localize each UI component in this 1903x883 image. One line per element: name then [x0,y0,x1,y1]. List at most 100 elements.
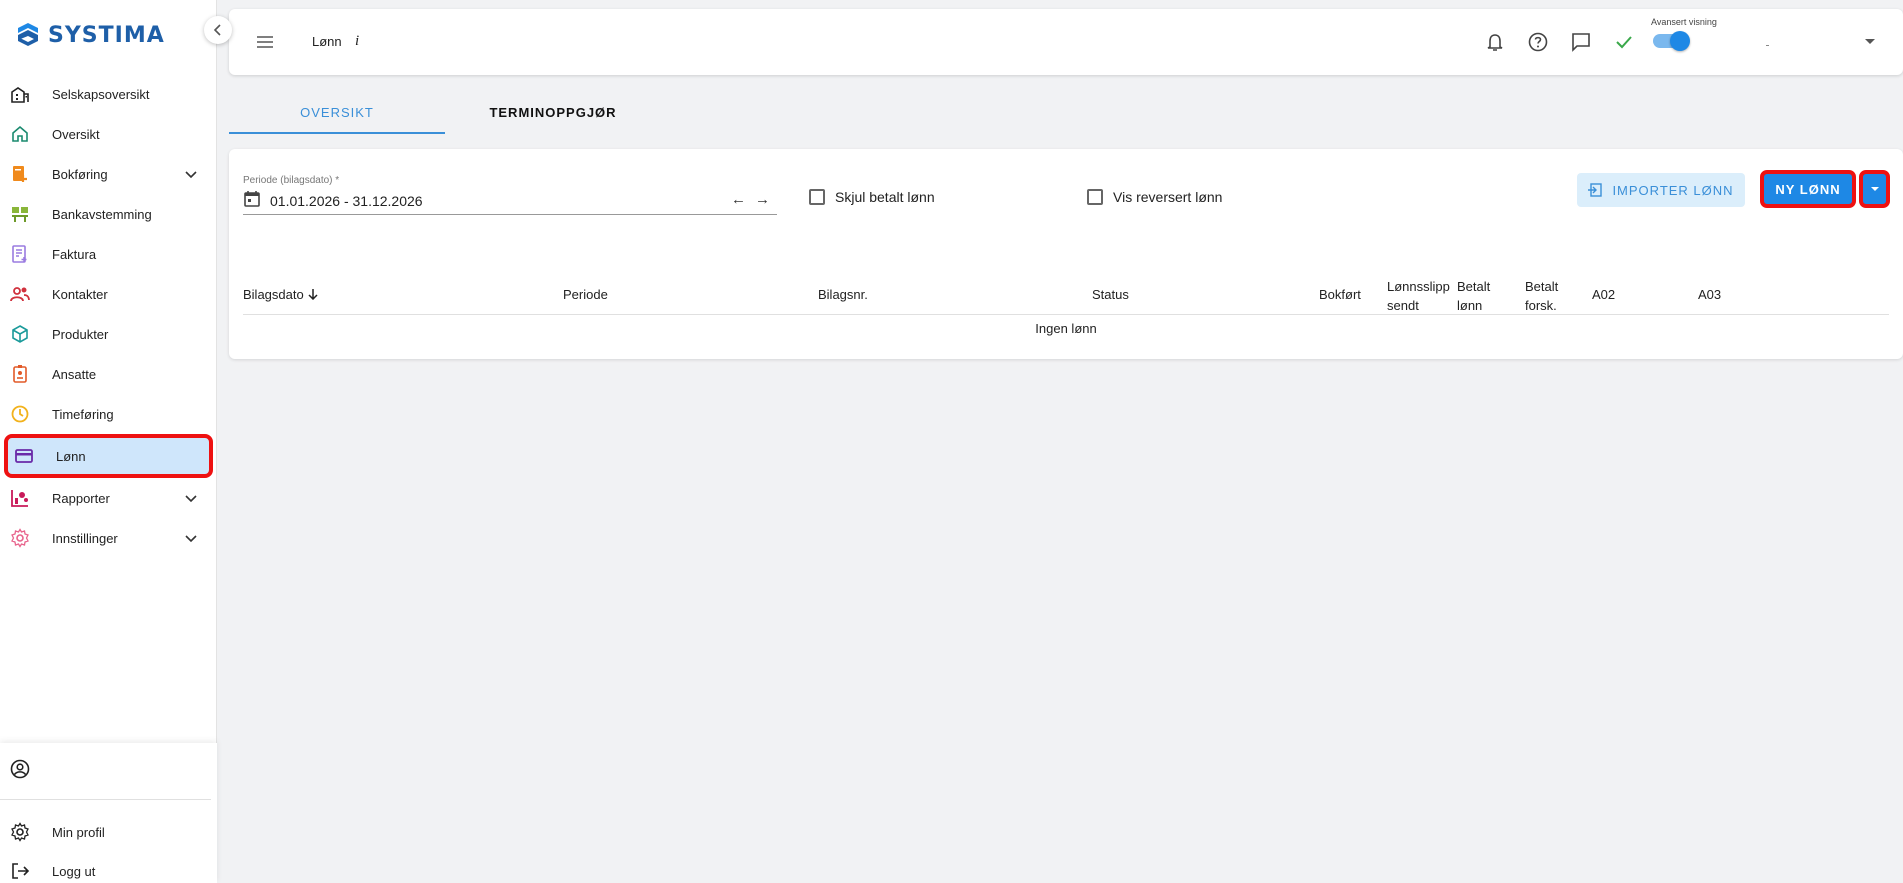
sidebar-item-produkter[interactable]: Produkter [0,314,217,354]
sidebar-item-bokforing[interactable]: Bokføring [0,154,217,194]
invoice-icon [12,245,27,263]
sidebar-item-label: Lønn [56,448,86,464]
tab-terminoppgjor[interactable]: TERMINOPPGJØR [445,98,661,134]
bell-icon[interactable] [1484,31,1506,53]
column-bokfort[interactable]: Bokført [1319,287,1361,302]
payroll-card: Periode (bilagsdato) * 01.01.2026 - 31.1… [229,149,1903,359]
column-betalt-forsk[interactable]: Betalt forsk. [1525,277,1569,315]
page-title: Lønn [312,34,342,49]
home-icon [12,125,28,142]
report-icon [11,490,28,507]
toggle-knob [1670,31,1690,51]
chat-icon[interactable] [1570,31,1592,53]
sidebar-item-selskapsoversikt[interactable]: Selskapsoversikt [0,74,217,114]
min-profil-link[interactable]: Min profil [0,812,217,852]
sidebar-item-faktura[interactable]: Faktura [0,234,217,274]
sidebar-item-label: Innstillinger [52,530,118,546]
sidebar-item-label: Oversikt [52,126,100,142]
sort-arrow-down-icon [308,289,318,301]
ledger-icon [13,166,27,182]
collapse-sidebar-button[interactable] [204,16,232,44]
card-icon [15,449,33,463]
sidebar-item-rapporter[interactable]: Rapporter [0,478,217,518]
sidebar-item-ansatte[interactable]: Ansatte [0,354,217,394]
column-a02[interactable]: A02 [1592,287,1615,302]
next-period-arrow-icon[interactable]: → [755,191,770,208]
hide-paid-checkbox[interactable]: Skjul betalt lønn [809,189,935,205]
min-profil-label: Min profil [52,824,105,840]
sidebar-item-label: Ansatte [52,366,97,382]
column-periode[interactable]: Periode [563,287,608,302]
period-value: 01.01.2026 - 31.12.2026 [270,193,423,209]
sidebar-item-lonn[interactable]: Lønn [4,434,213,478]
column-bilagsdato[interactable]: Bilagsdato [243,287,319,302]
sidebar: SYSTIMA Selskapsoversikt Oversikt Bokfør… [0,0,232,883]
sidebar-item-label: Timeføring [52,406,114,422]
hamburger-menu-icon[interactable] [255,32,275,52]
period-label: Periode (bilagsdato) * [243,175,340,186]
empty-table-message: Ingen lønn [1035,321,1097,336]
info-icon[interactable]: i [355,33,359,50]
top-header: Lønn i Avansert visning [229,9,1903,75]
help-icon[interactable] [1527,31,1549,53]
column-status[interactable]: Status [1092,287,1129,302]
sidebar-item-label: Faktura [52,246,97,262]
show-reversed-checkbox[interactable]: Vis reversert lønn [1087,189,1222,205]
logout-icon [12,863,30,879]
logg-ut-link[interactable]: Logg ut [0,851,217,883]
sidebar-item-label: Produkter [52,326,109,342]
sidebar-item-innstillinger[interactable]: Innstillinger [0,518,217,558]
new-payroll-button[interactable]: NY LØNN [1760,170,1856,208]
sidebar-item-label: Bokføring [52,166,108,182]
new-payroll-menu-button[interactable] [1859,170,1890,208]
column-betalt-lonn[interactable]: Betalt lønn [1457,277,1501,315]
brand-name: SYSTIMA [48,22,165,48]
tabs: OVERSIKT TERMINOPPGJØR [229,98,661,134]
import-icon [1588,183,1603,197]
badge-icon [13,365,27,383]
checkbox-box[interactable] [1087,189,1103,205]
chevron-down-icon [185,495,197,503]
chevron-left-icon [213,24,221,36]
checkbox-box[interactable] [809,189,825,205]
column-label: Bilagsdato [243,287,304,302]
sidebar-item-oversikt[interactable]: Oversikt [0,114,217,154]
bank-reconcile-icon [12,207,28,222]
period-field[interactable]: 01.01.2026 - 31.12.2026 ← → [243,187,777,215]
sidebar-bottom: Min profil Logg ut [0,743,217,883]
hide-paid-label: Skjul betalt lønn [835,189,935,205]
sidebar-item-bankavstemming[interactable]: Bankavstemming [0,194,217,234]
settings-gear-icon [11,528,29,548]
systima-logo-icon [18,23,38,46]
sidebar-nav: Selskapsoversikt Oversikt Bokføring Bank… [0,74,217,558]
calendar-icon [244,191,260,207]
company-dropdown-caret-icon[interactable] [1865,39,1875,44]
divider [0,799,211,800]
import-payroll-button[interactable]: IMPORTER LØNN [1577,173,1745,207]
import-payroll-label: IMPORTER LØNN [1612,182,1734,198]
sidebar-item-label: Bankavstemming [52,206,152,222]
buildings-icon [11,87,29,103]
logg-ut-label: Logg ut [52,863,96,879]
advanced-view-toggle[interactable] [1653,31,1690,51]
brand-logo[interactable]: SYSTIMA [16,20,165,50]
gear-icon [11,822,29,842]
contacts-icon [10,287,30,302]
previous-period-arrow-icon[interactable]: ← [731,191,746,208]
table-header-divider [243,314,1889,315]
account-circle-icon[interactable] [10,759,30,779]
chevron-down-icon [185,535,197,543]
sidebar-item-kontakter[interactable]: Kontakter [0,274,217,314]
chevron-down-icon [185,171,197,179]
cube-icon [12,325,28,343]
check-icon [1616,36,1632,49]
company-selector-value [1766,45,1769,46]
column-a03[interactable]: A03 [1698,287,1721,302]
new-payroll-label: NY LØNN [1775,181,1841,197]
column-bilagsnr[interactable]: Bilagsnr. [818,287,868,302]
clock-icon [11,405,29,423]
tab-oversikt[interactable]: OVERSIKT [229,98,445,134]
advanced-view-label: Avansert visning [1651,17,1717,27]
column-lonnsslipp-sendt[interactable]: Lønnsslipp sendt [1387,277,1455,315]
sidebar-item-timeforing[interactable]: Timeføring [0,394,217,434]
